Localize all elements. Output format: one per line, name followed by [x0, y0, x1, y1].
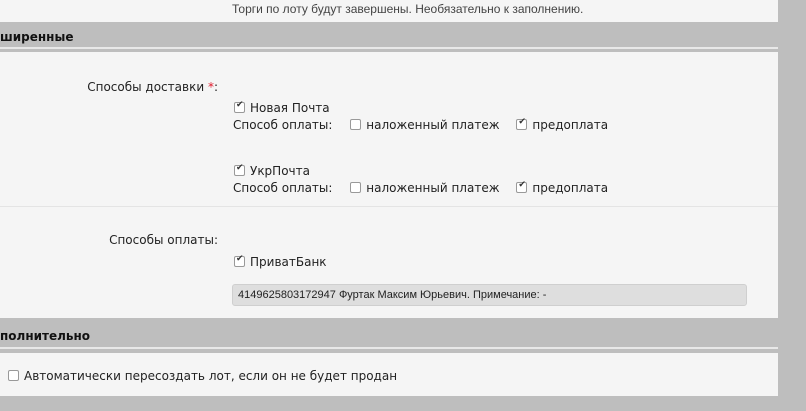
- cod-label: наложенный платеж: [366, 118, 500, 132]
- cod-label: наложенный платеж: [366, 181, 500, 195]
- extended-panel: Способы доставки *: Новая Почта Способ о…: [0, 52, 778, 318]
- bank-name: ПриватБанк: [250, 255, 327, 269]
- method-name: Новая Почта: [250, 101, 330, 115]
- checkbox-novaposhta[interactable]: [234, 100, 245, 113]
- colon: :: [213, 80, 218, 94]
- relist-label: Автоматически пересоздать лот, если он н…: [24, 369, 398, 383]
- checkbox-cod[interactable]: [350, 119, 362, 130]
- payment-methods-label: Способы оплаты:: [109, 233, 218, 247]
- payment-method-label: Способ оплаты:: [233, 181, 333, 195]
- top-note: Торги по лоту будут завершены. Необязате…: [232, 2, 584, 16]
- additional-panel: Автоматически пересоздать лот, если он н…: [0, 353, 778, 396]
- relist-option[interactable]: Автоматически пересоздать лот, если он н…: [8, 369, 397, 383]
- checkbox-cod[interactable]: [350, 182, 362, 193]
- section-header-additional: полнительно: [0, 320, 778, 349]
- prepay-option[interactable]: предоплата: [516, 180, 609, 195]
- top-panel: Торги по лоту будут завершены. Необязате…: [0, 0, 778, 22]
- checkbox-privatbank[interactable]: [234, 254, 245, 267]
- prepay-label: предоплата: [532, 118, 609, 132]
- delivery-ukrposhta[interactable]: УкрПочта: [234, 163, 310, 178]
- divider: [0, 206, 778, 207]
- checkbox-prepay[interactable]: [516, 117, 528, 130]
- payment-details-field[interactable]: 4149625803172947 Фуртак Максим Юрьевич. …: [232, 284, 747, 306]
- checkbox-ukrposhta[interactable]: [234, 163, 245, 176]
- payment-row-novaposhta: Способ оплаты: наложенный платеж предопл…: [233, 117, 609, 132]
- payment-row-ukrposhta: Способ оплаты: наложенный платеж предопл…: [233, 180, 609, 195]
- method-name: УкрПочта: [250, 164, 310, 178]
- prepay-label: предоплата: [532, 181, 609, 195]
- cod-option[interactable]: наложенный платеж: [350, 118, 500, 132]
- delivery-label-text: Способы доставки: [87, 80, 205, 94]
- section-header-extended: ширенные: [0, 27, 778, 49]
- section-title: ширенные: [0, 30, 74, 44]
- delivery-label: Способы доставки *:: [87, 80, 218, 94]
- bank-privatbank[interactable]: ПриватБанк: [234, 254, 327, 269]
- checkbox-relist[interactable]: [8, 370, 19, 381]
- delivery-novaposhta[interactable]: Новая Почта: [234, 100, 330, 115]
- checkbox-prepay[interactable]: [516, 180, 528, 193]
- section-title: полнительно: [0, 329, 91, 343]
- payment-method-label: Способ оплаты:: [233, 118, 333, 132]
- cod-option[interactable]: наложенный платеж: [350, 181, 500, 195]
- prepay-option[interactable]: предоплата: [516, 117, 609, 132]
